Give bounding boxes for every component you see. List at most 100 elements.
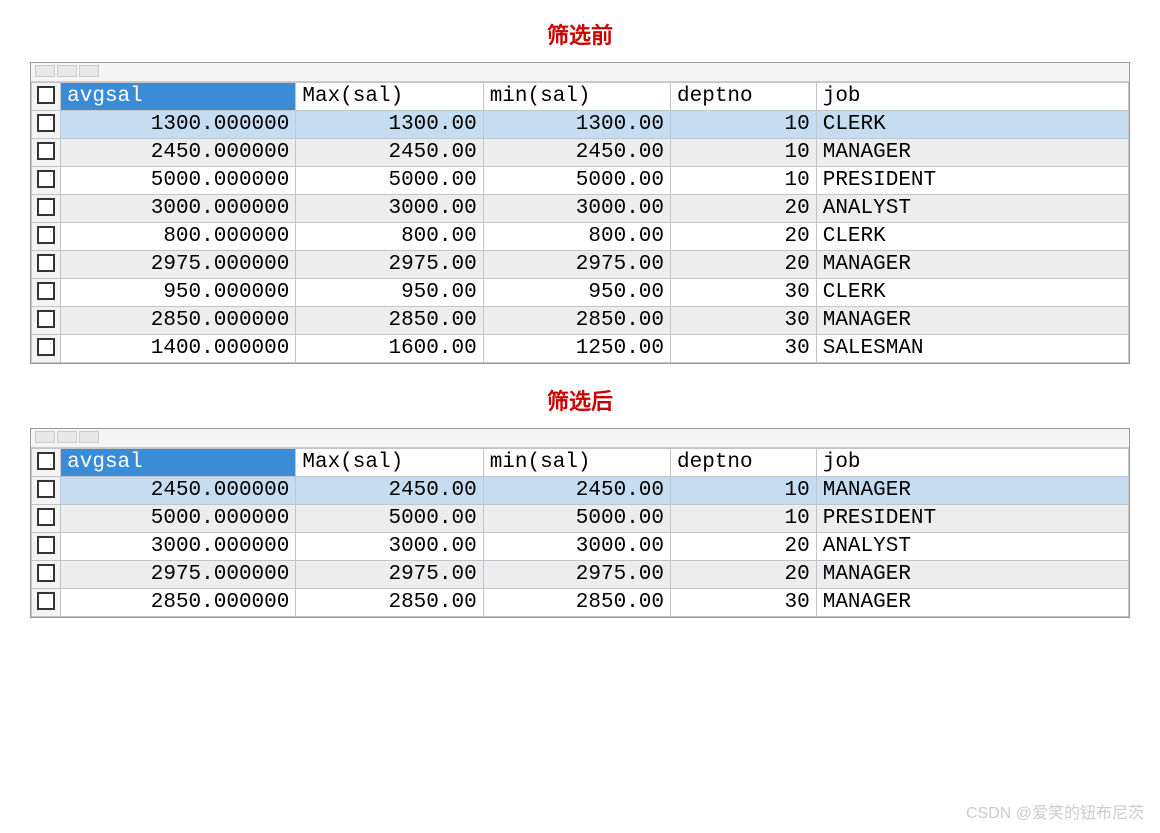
cell-deptno[interactable]: 10 bbox=[671, 477, 817, 505]
cell-job[interactable]: MANAGER bbox=[816, 139, 1128, 167]
checkbox-icon[interactable] bbox=[37, 282, 55, 300]
cell-job[interactable]: PRESIDENT bbox=[816, 167, 1128, 195]
cell-min[interactable]: 3000.00 bbox=[483, 195, 670, 223]
select-all-header[interactable] bbox=[32, 83, 61, 111]
cell-min[interactable]: 800.00 bbox=[483, 223, 670, 251]
cell-job[interactable]: CLERK bbox=[816, 223, 1128, 251]
col-header-max[interactable]: Max(sal) bbox=[296, 83, 483, 111]
cell-job[interactable]: ANALYST bbox=[816, 195, 1128, 223]
cell-min[interactable]: 1250.00 bbox=[483, 335, 670, 363]
cell-deptno[interactable]: 20 bbox=[671, 223, 817, 251]
cell-deptno[interactable]: 10 bbox=[671, 111, 817, 139]
col-header-deptno[interactable]: deptno bbox=[671, 449, 817, 477]
cell-avgsal[interactable]: 2975.000000 bbox=[61, 251, 296, 279]
table-row[interactable]: 2850.0000002850.002850.0030MANAGER bbox=[32, 307, 1129, 335]
checkbox-icon[interactable] bbox=[37, 564, 55, 582]
checkbox-icon[interactable] bbox=[37, 142, 55, 160]
checkbox-icon[interactable] bbox=[37, 198, 55, 216]
checkbox-icon[interactable] bbox=[37, 254, 55, 272]
cell-max[interactable]: 3000.00 bbox=[296, 533, 483, 561]
cell-avgsal[interactable]: 2850.000000 bbox=[61, 307, 296, 335]
table-row[interactable]: 5000.0000005000.005000.0010PRESIDENT bbox=[32, 505, 1129, 533]
col-header-job[interactable]: job bbox=[816, 449, 1128, 477]
cell-max[interactable]: 2450.00 bbox=[296, 477, 483, 505]
cell-deptno[interactable]: 30 bbox=[671, 589, 817, 617]
checkbox-icon[interactable] bbox=[37, 226, 55, 244]
cell-deptno[interactable]: 30 bbox=[671, 279, 817, 307]
checkbox-icon[interactable] bbox=[37, 338, 55, 356]
cell-job[interactable]: CLERK bbox=[816, 279, 1128, 307]
cell-min[interactable]: 950.00 bbox=[483, 279, 670, 307]
checkbox-icon[interactable] bbox=[37, 114, 55, 132]
row-checkbox-cell[interactable] bbox=[32, 533, 61, 561]
row-checkbox-cell[interactable] bbox=[32, 251, 61, 279]
cell-job[interactable]: CLERK bbox=[816, 111, 1128, 139]
cell-max[interactable]: 5000.00 bbox=[296, 167, 483, 195]
toolbar-icon[interactable] bbox=[57, 65, 77, 77]
cell-avgsal[interactable]: 3000.000000 bbox=[61, 195, 296, 223]
cell-job[interactable]: PRESIDENT bbox=[816, 505, 1128, 533]
checkbox-icon[interactable] bbox=[37, 508, 55, 526]
cell-deptno[interactable]: 20 bbox=[671, 195, 817, 223]
row-checkbox-cell[interactable] bbox=[32, 111, 61, 139]
cell-min[interactable]: 5000.00 bbox=[483, 505, 670, 533]
checkbox-icon[interactable] bbox=[37, 592, 55, 610]
table-row[interactable]: 3000.0000003000.003000.0020ANALYST bbox=[32, 195, 1129, 223]
cell-max[interactable]: 2850.00 bbox=[296, 589, 483, 617]
row-checkbox-cell[interactable] bbox=[32, 505, 61, 533]
cell-job[interactable]: MANAGER bbox=[816, 561, 1128, 589]
cell-avgsal[interactable]: 2450.000000 bbox=[61, 139, 296, 167]
table-row[interactable]: 800.000000800.00800.0020CLERK bbox=[32, 223, 1129, 251]
cell-min[interactable]: 5000.00 bbox=[483, 167, 670, 195]
cell-avgsal[interactable]: 2450.000000 bbox=[61, 477, 296, 505]
row-checkbox-cell[interactable] bbox=[32, 307, 61, 335]
row-checkbox-cell[interactable] bbox=[32, 195, 61, 223]
cell-max[interactable]: 1600.00 bbox=[296, 335, 483, 363]
cell-avgsal[interactable]: 950.000000 bbox=[61, 279, 296, 307]
cell-max[interactable]: 2850.00 bbox=[296, 307, 483, 335]
cell-deptno[interactable]: 10 bbox=[671, 139, 817, 167]
cell-max[interactable]: 2975.00 bbox=[296, 561, 483, 589]
cell-avgsal[interactable]: 800.000000 bbox=[61, 223, 296, 251]
cell-max[interactable]: 3000.00 bbox=[296, 195, 483, 223]
col-header-avgsal[interactable]: avgsal bbox=[61, 449, 296, 477]
cell-job[interactable]: MANAGER bbox=[816, 589, 1128, 617]
table-row[interactable]: 2975.0000002975.002975.0020MANAGER bbox=[32, 251, 1129, 279]
cell-min[interactable]: 2975.00 bbox=[483, 251, 670, 279]
toolbar-icon[interactable] bbox=[79, 65, 99, 77]
cell-avgsal[interactable]: 2975.000000 bbox=[61, 561, 296, 589]
cell-min[interactable]: 2450.00 bbox=[483, 477, 670, 505]
table-row[interactable]: 950.000000950.00950.0030CLERK bbox=[32, 279, 1129, 307]
toolbar-icon[interactable] bbox=[79, 431, 99, 443]
table-row[interactable]: 1300.0000001300.001300.0010CLERK bbox=[32, 111, 1129, 139]
table-row[interactable]: 5000.0000005000.005000.0010PRESIDENT bbox=[32, 167, 1129, 195]
cell-min[interactable]: 2975.00 bbox=[483, 561, 670, 589]
cell-min[interactable]: 2850.00 bbox=[483, 589, 670, 617]
cell-deptno[interactable]: 10 bbox=[671, 167, 817, 195]
col-header-max[interactable]: Max(sal) bbox=[296, 449, 483, 477]
cell-deptno[interactable]: 20 bbox=[671, 533, 817, 561]
cell-max[interactable]: 2975.00 bbox=[296, 251, 483, 279]
row-checkbox-cell[interactable] bbox=[32, 167, 61, 195]
cell-deptno[interactable]: 20 bbox=[671, 561, 817, 589]
cell-job[interactable]: MANAGER bbox=[816, 477, 1128, 505]
cell-deptno[interactable]: 30 bbox=[671, 335, 817, 363]
cell-avgsal[interactable]: 1300.000000 bbox=[61, 111, 296, 139]
cell-avgsal[interactable]: 5000.000000 bbox=[61, 505, 296, 533]
col-header-deptno[interactable]: deptno bbox=[671, 83, 817, 111]
checkbox-icon[interactable] bbox=[37, 480, 55, 498]
cell-max[interactable]: 800.00 bbox=[296, 223, 483, 251]
cell-avgsal[interactable]: 2850.000000 bbox=[61, 589, 296, 617]
checkbox-icon[interactable] bbox=[37, 536, 55, 554]
cell-job[interactable]: ANALYST bbox=[816, 533, 1128, 561]
checkbox-icon[interactable] bbox=[37, 310, 55, 328]
cell-avgsal[interactable]: 3000.000000 bbox=[61, 533, 296, 561]
row-checkbox-cell[interactable] bbox=[32, 279, 61, 307]
cell-deptno[interactable]: 30 bbox=[671, 307, 817, 335]
row-checkbox-cell[interactable] bbox=[32, 561, 61, 589]
cell-min[interactable]: 2850.00 bbox=[483, 307, 670, 335]
cell-max[interactable]: 5000.00 bbox=[296, 505, 483, 533]
row-checkbox-cell[interactable] bbox=[32, 477, 61, 505]
col-header-min[interactable]: min(sal) bbox=[483, 449, 670, 477]
col-header-job[interactable]: job bbox=[816, 83, 1128, 111]
